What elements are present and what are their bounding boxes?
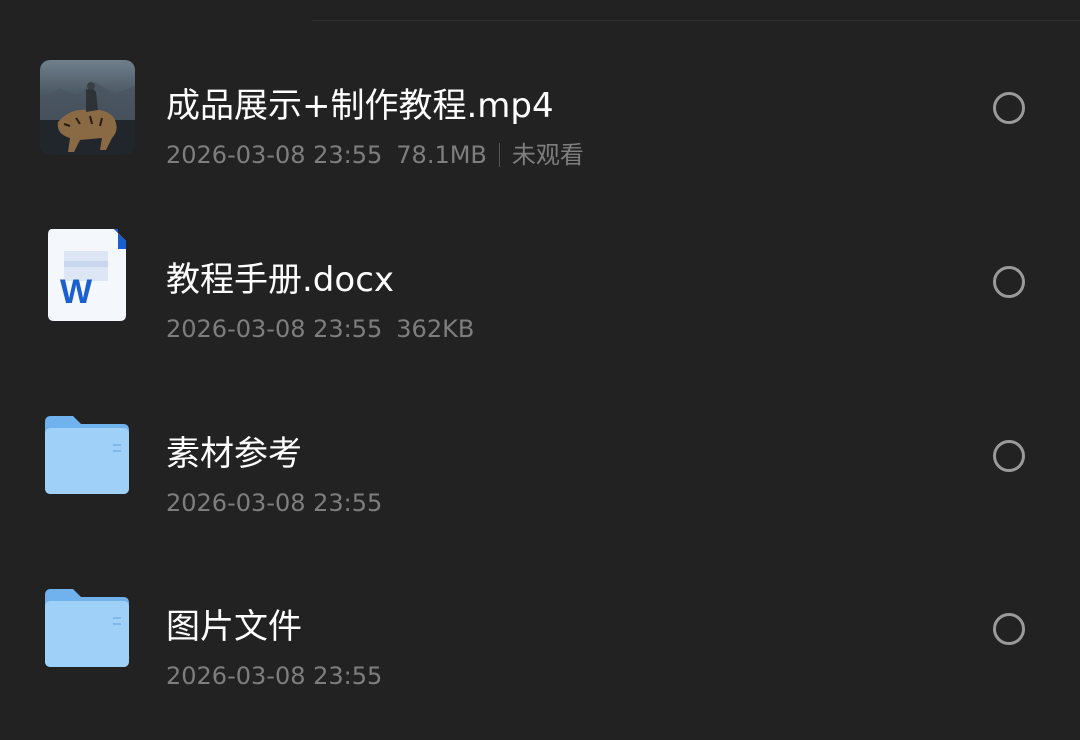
file-name: 图片文件: [166, 607, 302, 647]
select-radio[interactable]: [993, 440, 1025, 472]
word-document-icon: W: [46, 227, 128, 323]
file-size: 362KB: [396, 315, 475, 343]
file-name: 素材参考: [166, 434, 302, 474]
file-list-screen: 成品展示+制作教程.mp4 2026-03-08 23:55 78.1MB 未观…: [0, 0, 1080, 740]
file-name: 成品展示+制作教程.mp4: [166, 86, 554, 126]
video-thumbnail-icon: [40, 60, 135, 155]
meta-separator: [498, 143, 500, 167]
svg-text:W: W: [60, 273, 93, 311]
folder-icon: [43, 416, 131, 496]
file-row-docx[interactable]: W 教程手册.docx 2026-03-08 23:55 362KB: [0, 194, 1080, 354]
file-name: 教程手册.docx: [166, 260, 395, 300]
file-meta: 2026-03-08 23:55 362KB: [166, 313, 474, 345]
select-radio[interactable]: [993, 613, 1025, 645]
select-radio[interactable]: [993, 92, 1025, 124]
file-date: 2026-03-08 23:55: [166, 662, 383, 690]
file-date: 2026-03-08 23:55: [166, 141, 383, 169]
file-row-video[interactable]: 成品展示+制作教程.mp4 2026-03-08 23:55 78.1MB 未观…: [0, 20, 1080, 180]
select-radio[interactable]: [993, 266, 1025, 298]
file-meta: 2026-03-08 23:55: [166, 487, 382, 519]
file-meta: 2026-03-08 23:55 78.1MB 未观看: [166, 139, 584, 171]
file-date: 2026-03-08 23:55: [166, 315, 383, 343]
file-date: 2026-03-08 23:55: [166, 489, 383, 517]
file-row-folder[interactable]: 图片文件 2026-03-08 23:55: [0, 541, 1080, 701]
folder-icon: [43, 589, 131, 669]
file-meta: 2026-03-08 23:55: [166, 660, 382, 692]
file-size: 78.1MB: [396, 141, 487, 169]
watch-status: 未观看: [511, 141, 584, 169]
file-row-folder[interactable]: 素材参考 2026-03-08 23:55: [0, 368, 1080, 528]
